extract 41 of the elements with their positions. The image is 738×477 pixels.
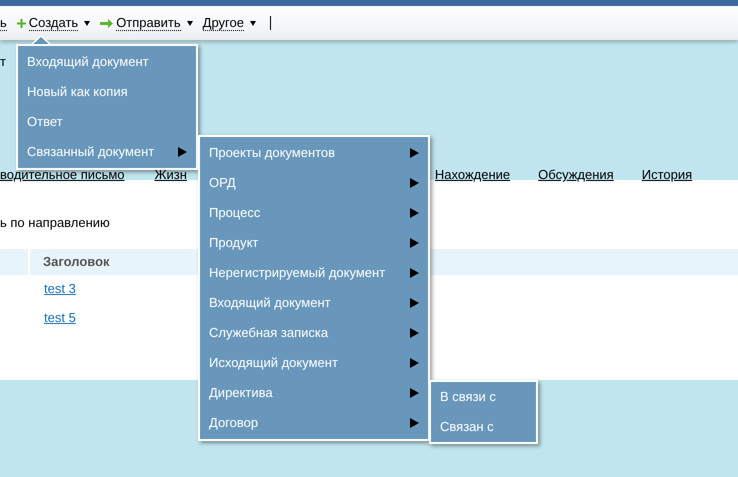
toolbar-menu-link[interactable]: Отправить	[116, 15, 181, 31]
section-label: ь по направлению	[0, 214, 110, 232]
menu-item[interactable]: Связанный документ	[18, 137, 196, 167]
submenu-arrow-icon	[410, 178, 419, 188]
submenu-arrow-icon	[410, 268, 419, 278]
toolbar-menu-link[interactable]: Создать	[28, 15, 78, 31]
submenu-arrow-icon	[410, 208, 419, 218]
submenu-arrow-icon	[410, 238, 419, 248]
menu-item[interactable]: Входящий документ	[200, 288, 428, 318]
menu-item[interactable]: Ответ	[18, 107, 196, 137]
submenu-arrow-icon	[410, 358, 419, 368]
menu-item[interactable]: Входящий документ	[18, 47, 196, 77]
header-text: т	[0, 53, 6, 71]
menu-item[interactable]: Служебная записка	[200, 318, 428, 348]
menu-item[interactable]: В связи с	[431, 382, 536, 412]
document-link[interactable]: test 3	[44, 279, 76, 299]
tab-link[interactable]: Обсуждения	[538, 165, 614, 184]
submenu-arrow-icon	[410, 418, 419, 428]
menu-item[interactable]: Новый как копия	[18, 77, 196, 107]
menu-item[interactable]: Исходящий документ	[200, 348, 428, 378]
menu-item[interactable]: Процесс	[200, 198, 428, 228]
menu-item[interactable]: Продукт	[200, 228, 428, 258]
submenu-arrow-icon	[410, 298, 419, 308]
document-link[interactable]: test 5	[44, 308, 76, 328]
toolbar-menu-link[interactable]: Другое	[202, 15, 244, 31]
menu-item[interactable]: Нерегистрируемый документ	[200, 258, 428, 288]
column-header: Заголовок	[43, 252, 110, 271]
menu-item[interactable]: Директива	[200, 378, 428, 408]
tab-link[interactable]: Нахождение	[434, 165, 510, 184]
submenu-arrow-icon	[410, 148, 419, 158]
menu-item[interactable]: ОРД	[200, 168, 428, 198]
tab-link[interactable]: История	[642, 165, 692, 184]
menu-item[interactable]: Договор	[200, 408, 428, 438]
menu-item[interactable]: Проекты документов	[200, 138, 428, 168]
toolbar-menu-link[interactable]: ь	[0, 15, 7, 31]
arrow-right-icon	[100, 18, 114, 28]
menu-item[interactable]: Связан с	[431, 412, 536, 442]
submenu-arrow-icon	[410, 328, 419, 338]
submenu-arrow-icon	[410, 388, 419, 398]
plus-icon	[16, 18, 26, 28]
submenu-arrow-icon	[178, 147, 187, 157]
